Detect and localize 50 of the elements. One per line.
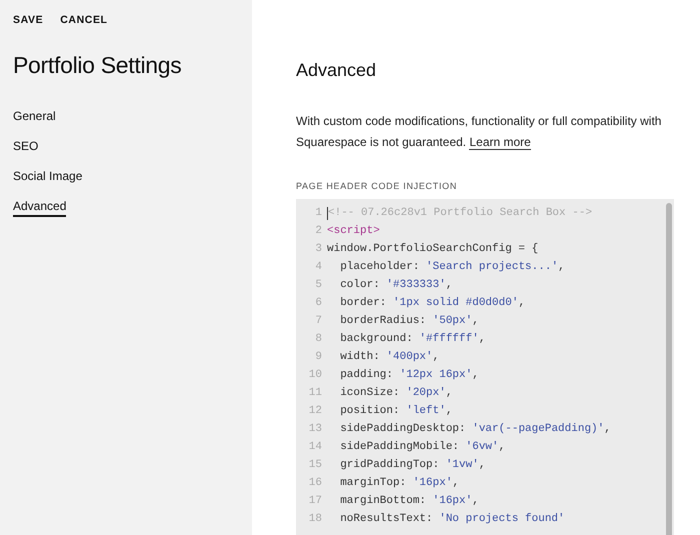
line-number: 5 — [314, 279, 323, 291]
line-number: 11 — [308, 387, 323, 399]
line-number: 12 — [308, 405, 323, 417]
code-line: window.PortfolioSearchConfig = { — [327, 243, 538, 255]
line-number: 4 — [314, 261, 323, 273]
nav-item[interactable]: Social Image — [13, 169, 82, 187]
field-label: PAGE HEADER CODE INJECTION — [296, 181, 458, 191]
nav-item[interactable]: SEO — [13, 139, 38, 157]
line-number: 14 — [308, 441, 323, 453]
line-number: 15 — [308, 459, 323, 471]
code-line: background: '#ffffff', — [339, 333, 486, 345]
nav-item[interactable]: General — [13, 109, 56, 127]
code-line: <script> — [327, 225, 380, 237]
line-number: 3 — [314, 243, 323, 255]
line-number: 17 — [308, 495, 323, 507]
code-editor[interactable] — [296, 199, 674, 535]
code-line: border: '1px solid #d0d0d0', — [339, 297, 526, 309]
code-line: iconSize: '20px', — [339, 387, 452, 399]
nav-item[interactable]: Advanced — [13, 199, 66, 217]
code-line: borderRadius: '50px', — [339, 315, 479, 327]
line-number: 6 — [314, 297, 323, 309]
code-line: marginTop: '16px', — [339, 477, 460, 489]
line-number: 2 — [314, 225, 323, 237]
code-line: placeholder: 'Search projects...', — [339, 261, 565, 273]
line-number: 18 — [308, 513, 323, 525]
scrollbar[interactable] — [666, 203, 672, 535]
line-number: 16 — [308, 477, 323, 489]
line-number: 1 — [314, 207, 323, 219]
text-cursor — [327, 206, 328, 220]
code-line: <!-- 07.26c28v1 Portfolio Search Box --> — [328, 207, 592, 219]
code-line: position: 'left', — [339, 405, 452, 417]
code-line: marginBottom: '16px', — [339, 495, 479, 507]
line-number: 9 — [314, 351, 323, 363]
code-line: noResultsText: 'No projects found' — [339, 513, 565, 525]
cancel-button[interactable]: CANCEL — [60, 14, 108, 26]
line-number: 13 — [308, 423, 323, 435]
notice-text: With custom code modifications, functionality or full compatibility with Squarespace is not guaranteed. Learn more — [296, 113, 662, 152]
learn-more-link[interactable]: Learn more — [469, 135, 531, 150]
code-line: width: '400px', — [339, 351, 440, 363]
code-line: sidePaddingDesktop: 'var(--pagePadding)', — [339, 423, 611, 435]
settings-title: Portfolio Settings — [13, 52, 182, 79]
line-number: 8 — [314, 333, 323, 345]
code-line: color: '#333333', — [339, 279, 452, 291]
code-line: padding: '12px 16px', — [339, 369, 479, 381]
line-number: 10 — [308, 369, 323, 381]
save-button[interactable]: SAVE — [13, 14, 44, 26]
code-line: sidePaddingMobile: '6vw', — [339, 441, 506, 453]
section-title: Advanced — [296, 60, 378, 81]
line-number: 7 — [314, 315, 323, 327]
code-line: gridPaddingTop: '1vw', — [339, 459, 486, 471]
